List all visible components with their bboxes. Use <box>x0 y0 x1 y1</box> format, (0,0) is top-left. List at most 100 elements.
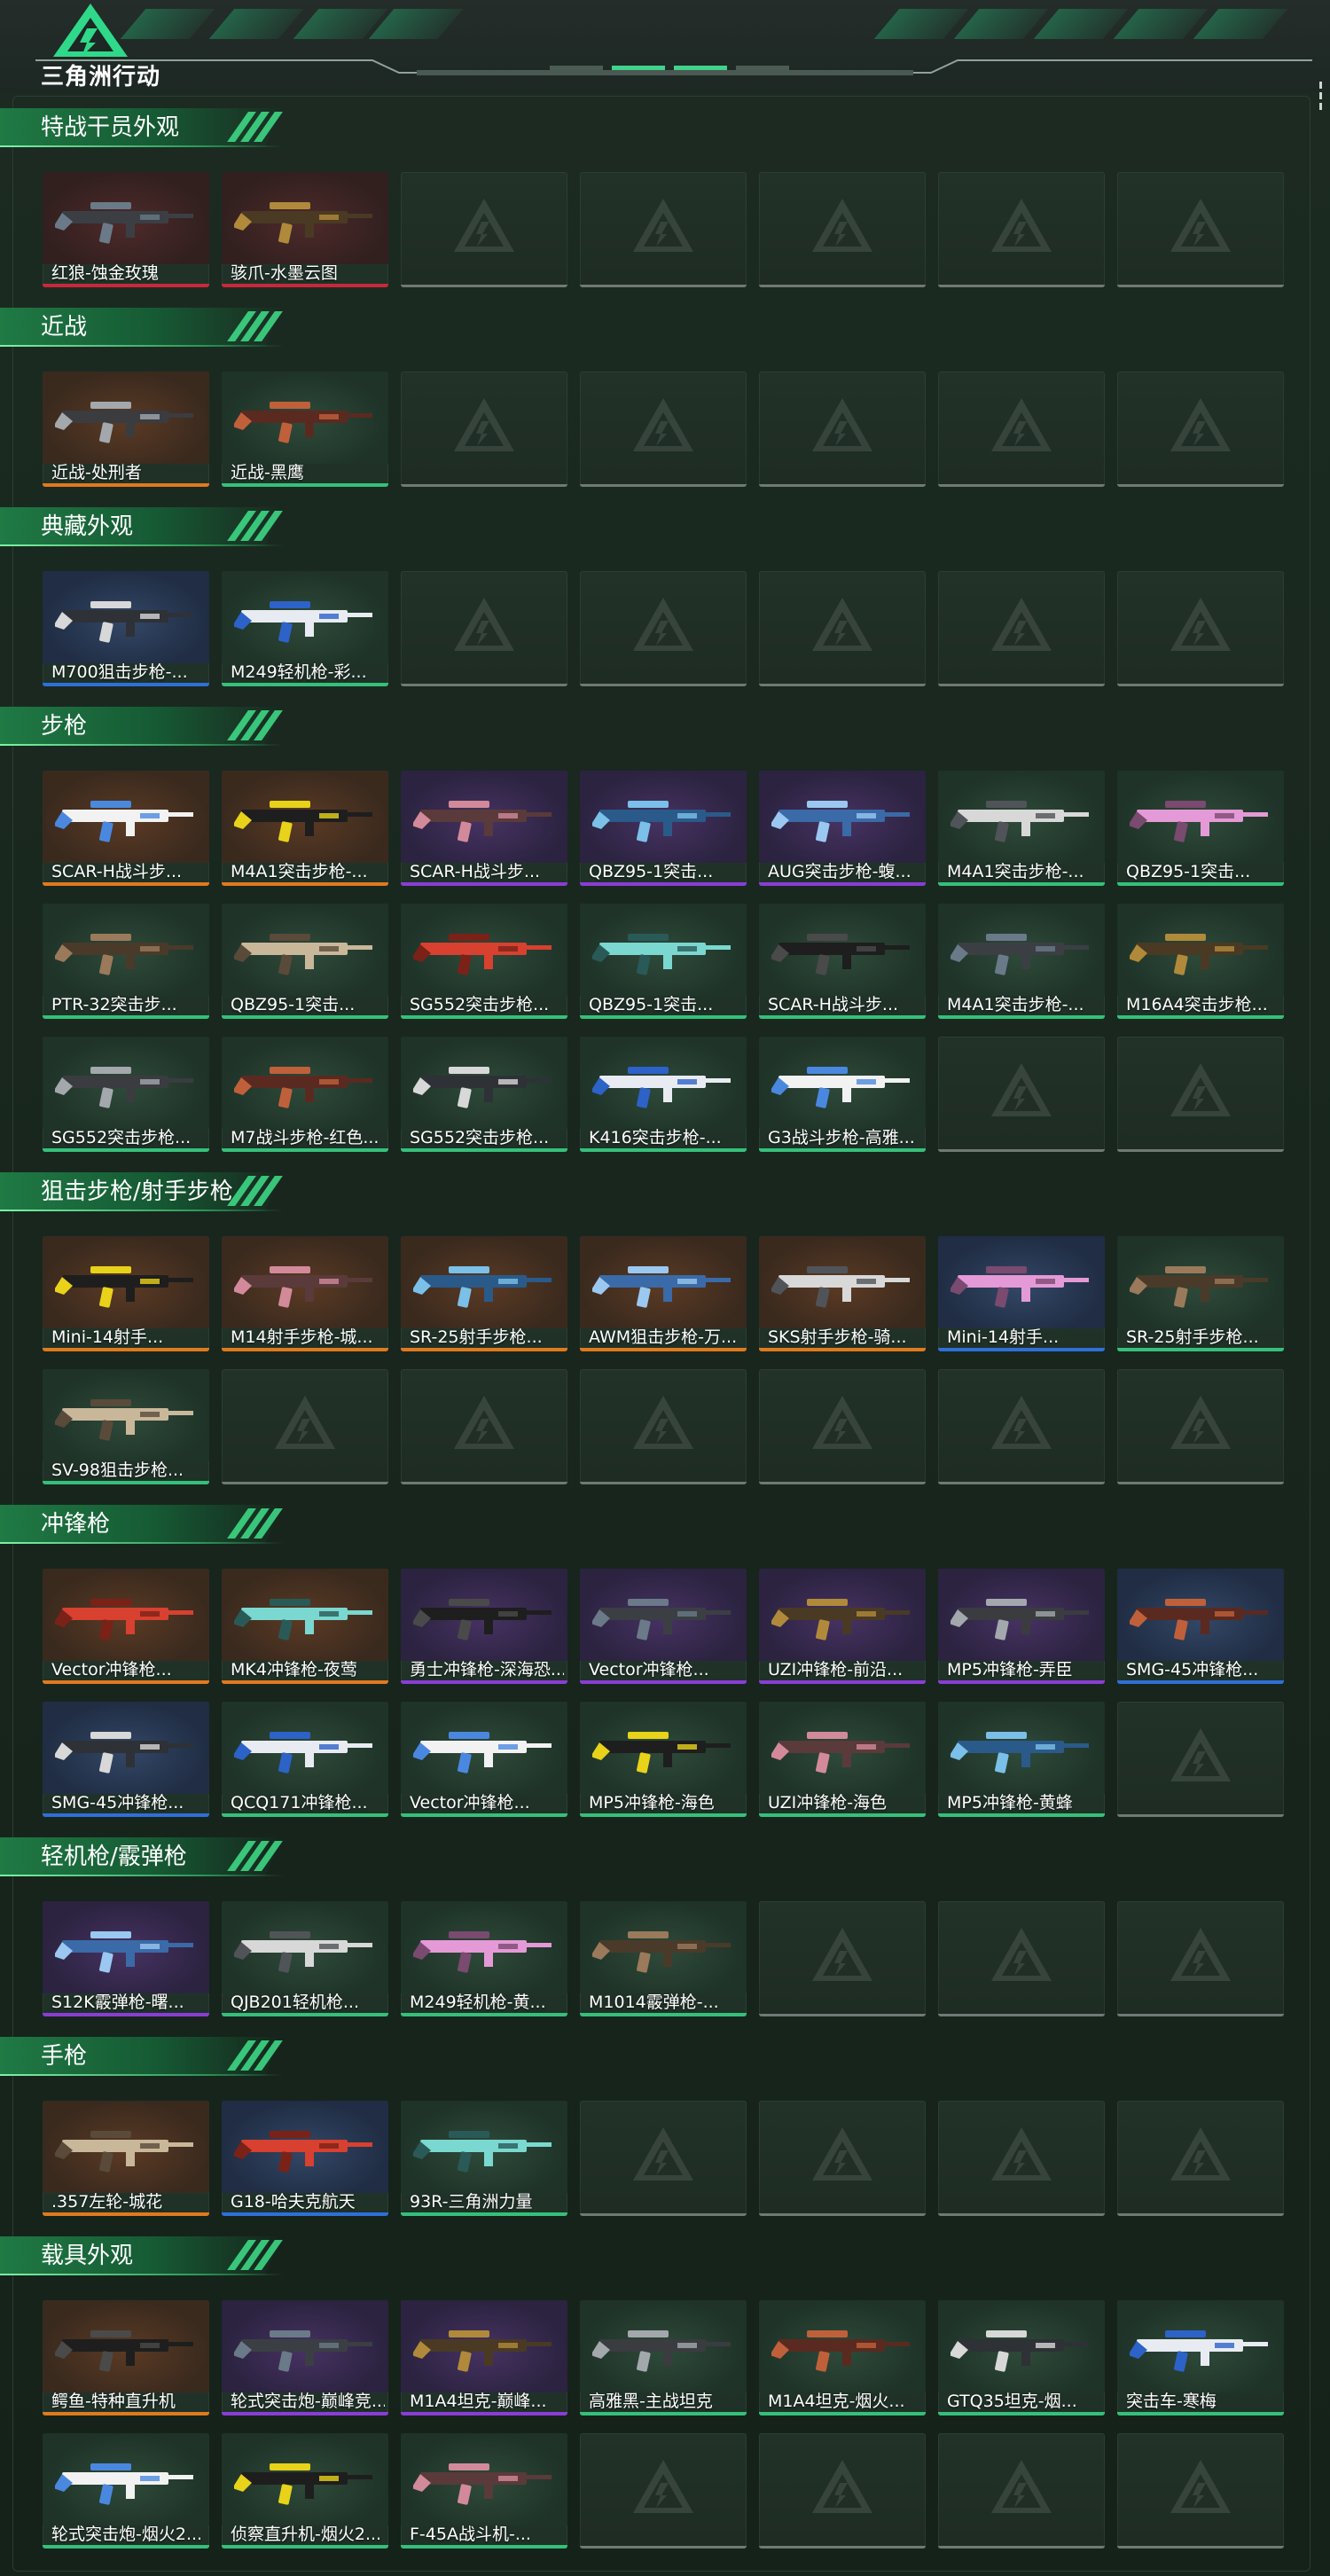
item-card[interactable]: F-45A战斗机-... <box>401 2433 567 2549</box>
item-card[interactable]: 鳄鱼-特种直升机 <box>43 2300 209 2415</box>
empty-slot-bar <box>938 2213 1105 2216</box>
item-card[interactable]: SMG-45冲锋枪... <box>43 1702 209 1817</box>
item-thumbnail <box>43 2101 209 2193</box>
item-thumbnail <box>401 2433 567 2525</box>
item-card[interactable]: .357左轮-城花 <box>43 2101 209 2216</box>
empty-slot <box>1117 1901 1284 2016</box>
item-card[interactable]: MP5冲锋枪-弄臣 <box>938 1569 1105 1684</box>
item-card[interactable]: M7战斗步枪-红色... <box>222 1037 388 1152</box>
item-card[interactable]: UZI冲锋枪-前沿... <box>759 1569 926 1684</box>
item-thumbnail <box>43 1369 209 1461</box>
item-label: Vector冲锋枪... <box>51 1660 172 1679</box>
item-card[interactable]: 轮式突击炮-巅峰竞... <box>222 2300 388 2415</box>
item-card[interactable]: G18-哈夫克航天 <box>222 2101 388 2216</box>
item-card[interactable]: GTQ35坦克-烟... <box>938 2300 1105 2415</box>
banner-stripe <box>953 9 1049 39</box>
rarity-bar <box>580 2412 747 2415</box>
item-card[interactable]: M249轻机枪-黄... <box>401 1901 567 2016</box>
item-label: UZI冲锋枪-前沿... <box>768 1660 904 1679</box>
item-card[interactable]: QBZ95-1突击... <box>580 904 747 1019</box>
item-card[interactable]: 突击车-寒梅 <box>1117 2300 1284 2415</box>
item-card[interactable]: SR-25射手步枪... <box>401 1236 567 1351</box>
item-card[interactable]: M4A1突击步枪-... <box>938 904 1105 1019</box>
item-label: SR-25射手步枪... <box>410 1327 543 1347</box>
item-card[interactable]: M1A4坦克-烟火... <box>759 2300 926 2415</box>
empty-slot-logo-icon <box>633 2127 693 2181</box>
empty-slot-bar <box>580 2546 747 2549</box>
item-card[interactable]: QJB201轻机枪... <box>222 1901 388 2016</box>
item-thumbnail <box>401 1569 567 1661</box>
item-card[interactable]: MP5冲锋枪-海色 <box>580 1702 747 1817</box>
item-card[interactable]: SG552突击步枪... <box>43 1037 209 1152</box>
item-card[interactable]: 轮式突击炮-烟火2... <box>43 2433 209 2549</box>
item-card[interactable]: 高雅黑-主战坦克 <box>580 2300 747 2415</box>
rarity-bar <box>759 1348 926 1351</box>
item-thumbnail <box>401 771 567 863</box>
item-card[interactable]: SG552突击步枪... <box>401 904 567 1019</box>
empty-slot-logo-icon <box>991 398 1052 451</box>
item-card[interactable]: QBZ95-1突击... <box>222 904 388 1019</box>
item-artwork <box>951 1732 1089 1773</box>
item-card[interactable]: SKS射手步枪-骑... <box>759 1236 926 1351</box>
item-card[interactable]: PTR-32突击步... <box>43 904 209 1019</box>
item-card[interactable]: Vector冲锋枪... <box>43 1569 209 1684</box>
item-card[interactable]: 侦察直升机-烟火2... <box>222 2433 388 2549</box>
item-card[interactable]: Mini-14射手... <box>938 1236 1105 1351</box>
item-card[interactable]: K416突击步枪-... <box>580 1037 747 1152</box>
empty-slot-logo-icon <box>454 398 514 451</box>
item-card[interactable]: QCQ171冲锋枪... <box>222 1702 388 1817</box>
item-card[interactable]: 近战-处刑者 <box>43 372 209 487</box>
rarity-bar <box>222 1813 388 1817</box>
item-thumbnail <box>222 571 388 663</box>
empty-slot-bar <box>1117 684 1284 686</box>
item-card[interactable]: Vector冲锋枪... <box>580 1569 747 1684</box>
item-card[interactable]: QBZ95-1突击... <box>580 771 747 886</box>
section-header: 步枪 <box>0 705 293 748</box>
item-thumbnail <box>222 771 388 863</box>
item-card[interactable]: G3战斗步枪-高雅... <box>759 1037 926 1152</box>
item-card[interactable]: AWM狙击步枪-万... <box>580 1236 747 1351</box>
item-card[interactable]: M14射手步枪-城... <box>222 1236 388 1351</box>
scrollbar-handle[interactable] <box>1319 82 1323 114</box>
item-card[interactable]: UZI冲锋枪-海色 <box>759 1702 926 1817</box>
item-card[interactable]: Mini-14射手... <box>43 1236 209 1351</box>
item-card[interactable]: 勇士冲锋枪-深海恐... <box>401 1569 567 1684</box>
empty-slot-logo-icon <box>633 2460 693 2513</box>
item-card[interactable]: AUG突击步枪-蝮... <box>759 771 926 886</box>
item-card[interactable]: 骇爪-水墨云图 <box>222 172 388 287</box>
item-card[interactable]: SCAR-H战斗步... <box>401 771 567 886</box>
logo-text: 三角洲行动 <box>41 64 161 90</box>
item-card[interactable]: M4A1突击步枪-... <box>938 771 1105 886</box>
section-title: 步枪 <box>41 713 88 740</box>
item-card[interactable]: SCAR-H战斗步... <box>43 771 209 886</box>
item-card[interactable]: MK4冲锋枪-夜莺 <box>222 1569 388 1684</box>
item-card[interactable]: SV-98狙击步枪... <box>43 1369 209 1484</box>
item-card[interactable]: 93R-三角洲力量 <box>401 2101 567 2216</box>
item-card[interactable]: M1014霰弹枪-... <box>580 1901 747 2016</box>
item-card[interactable]: MP5冲锋枪-黄蜂 <box>938 1702 1105 1817</box>
item-card[interactable]: SG552突击步枪... <box>401 1037 567 1152</box>
item-artwork <box>413 1266 552 1308</box>
item-card[interactable]: M1A4坦克-巅峰... <box>401 2300 567 2415</box>
item-card[interactable]: 红狼-蚀金玫瑰 <box>43 172 209 287</box>
rarity-bar <box>759 1680 926 1684</box>
item-label: K416突击步枪-... <box>589 1128 722 1147</box>
item-card[interactable]: M700狙击步枪-... <box>43 571 209 686</box>
item-card[interactable]: SCAR-H战斗步... <box>759 904 926 1019</box>
item-thumbnail <box>580 1702 747 1794</box>
item-card[interactable]: S12K霰弹枪-曙... <box>43 1901 209 2016</box>
item-label: SCAR-H战斗步... <box>410 862 541 881</box>
item-artwork <box>55 801 193 842</box>
item-card[interactable]: M16A4突击步枪... <box>1117 904 1284 1019</box>
item-card[interactable]: M4A1突击步枪-... <box>222 771 388 886</box>
item-label: MK4冲锋枪-夜莺 <box>231 1660 357 1679</box>
empty-slot-logo-icon <box>454 199 514 252</box>
item-card[interactable]: SMG-45冲锋枪... <box>1117 1569 1284 1684</box>
item-card[interactable]: QBZ95-1突击... <box>1117 771 1284 886</box>
item-artwork <box>951 1599 1089 1640</box>
item-card[interactable]: SR-25射手步枪... <box>1117 1236 1284 1351</box>
item-card[interactable]: M249轻机枪-彩... <box>222 571 388 686</box>
item-card[interactable]: 近战-黑鹰 <box>222 372 388 487</box>
item-label: QCQ171冲锋枪... <box>231 1793 368 1813</box>
item-card[interactable]: Vector冲锋枪... <box>401 1702 567 1817</box>
